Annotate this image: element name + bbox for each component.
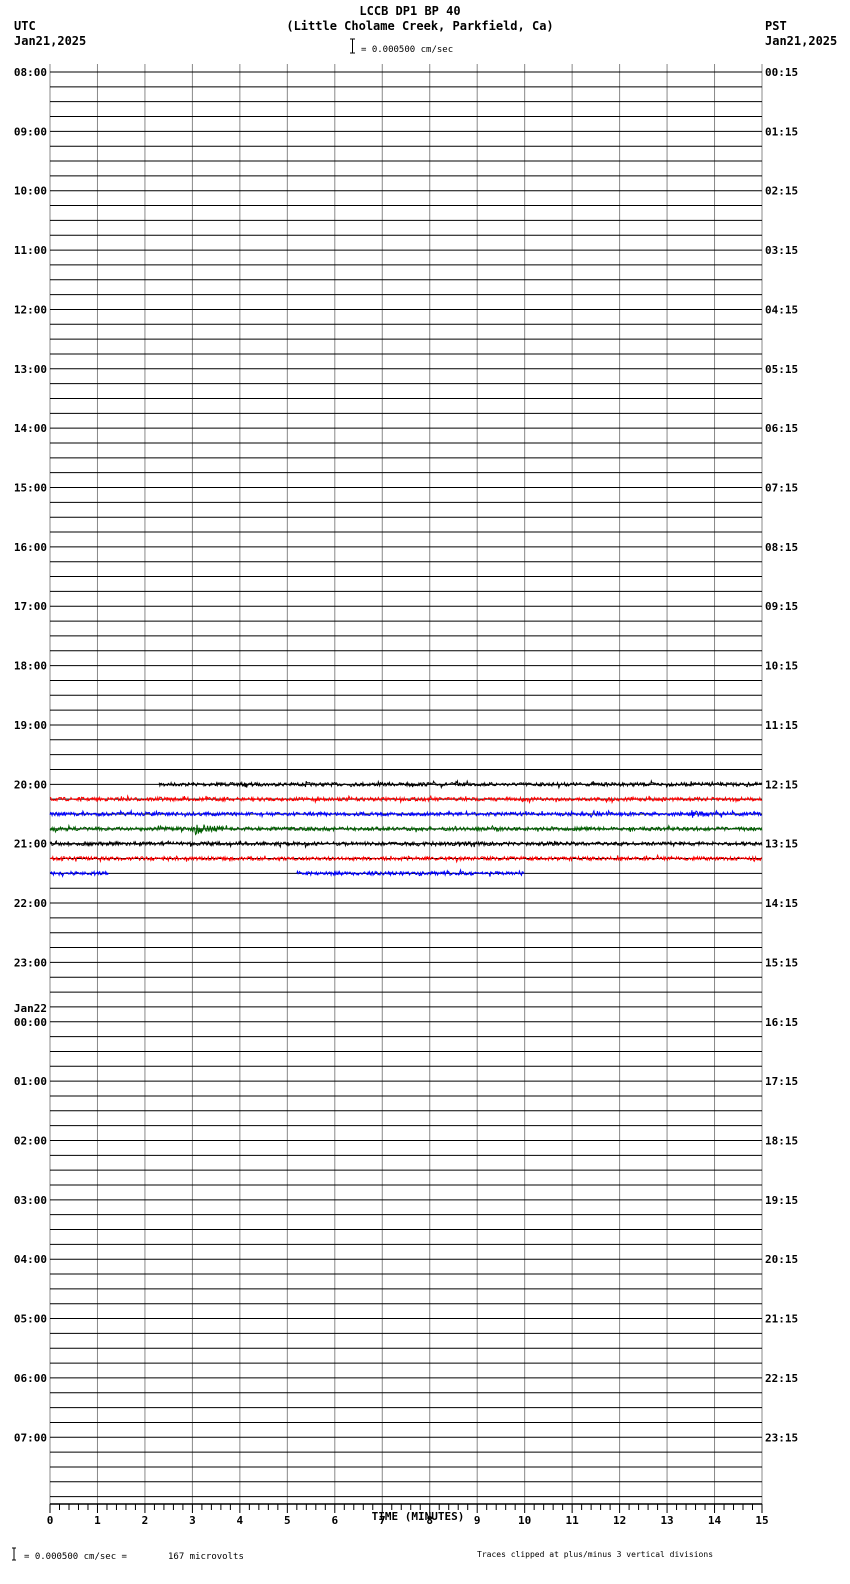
x-tick-label: 12 — [613, 1514, 626, 1527]
x-axis-label: TIME (MINUTES) — [372, 1510, 465, 1523]
x-tick-label: 6 — [331, 1514, 338, 1527]
utc-hour-label: 06:00 — [14, 1372, 47, 1385]
footer-scale-icon — [12, 1548, 16, 1560]
pst-hour-label: 07:15 — [765, 482, 798, 495]
pst-hour-label: 06:15 — [765, 422, 798, 435]
footer-scale: = 0.000500 cm/sec = — [24, 1552, 128, 1562]
x-tick-label: 10 — [518, 1514, 531, 1527]
x-tick-label: 0 — [47, 1514, 54, 1527]
utc-hour-label: 05:00 — [14, 1313, 47, 1326]
left-date: Jan21,2025 — [14, 34, 86, 48]
pst-hour-label: 23:15 — [765, 1431, 798, 1444]
scale-bar-icon — [350, 39, 355, 53]
x-tick-label: 4 — [237, 1514, 244, 1527]
pst-hour-label: 12:15 — [765, 778, 798, 791]
pst-hour-label: 19:15 — [765, 1194, 798, 1207]
pst-hour-label: 02:15 — [765, 185, 798, 198]
utc-hour-label: 10:00 — [14, 185, 47, 198]
footer-microvolts: 167 microvolts — [168, 1552, 244, 1562]
clip-note: Traces clipped at plus/minus 3 vertical … — [477, 1550, 713, 1559]
right-date: Jan21,2025 — [765, 34, 837, 48]
utc-hour-label: 01:00 — [14, 1075, 47, 1088]
seismic-trace — [50, 872, 109, 877]
pst-hour-label: 08:15 — [765, 541, 798, 554]
pst-hour-label: 04:15 — [765, 303, 798, 316]
pst-hour-label: 05:15 — [765, 363, 798, 376]
utc-hour-label: 07:00 — [14, 1431, 47, 1444]
x-tick-label: 15 — [755, 1514, 768, 1527]
pst-hour-label: 00:15 — [765, 66, 798, 79]
pst-hour-label: 03:15 — [765, 244, 798, 257]
utc-hour-label: 20:00 — [14, 778, 47, 791]
utc-hour-label: 15:00 — [14, 482, 47, 495]
pst-hour-label: 10:15 — [765, 660, 798, 673]
x-tick-label: 2 — [142, 1514, 149, 1527]
utc-hour-label: 21:00 — [14, 838, 47, 851]
pst-hour-label: 22:15 — [765, 1372, 798, 1385]
utc-hour-label: 03:00 — [14, 1194, 47, 1207]
utc-hour-label: 14:00 — [14, 422, 47, 435]
utc-hour-label: 09:00 — [14, 125, 47, 138]
utc-hour-label: 08:00 — [14, 66, 47, 79]
left-timezone: UTC — [14, 19, 36, 33]
pst-hour-label: 17:15 — [765, 1075, 798, 1088]
x-tick-label: 3 — [189, 1514, 196, 1527]
utc-hour-label: 16:00 — [14, 541, 47, 554]
x-tick-label: 11 — [566, 1514, 580, 1527]
utc-hour-label: 18:00 — [14, 660, 47, 673]
pst-hour-label: 16:15 — [765, 1016, 798, 1029]
pst-hour-label: 20:15 — [765, 1253, 798, 1266]
x-tick-label: 14 — [708, 1514, 722, 1527]
pst-hour-label: 11:15 — [765, 719, 798, 732]
utc-hour-label: 13:00 — [14, 363, 47, 376]
utc-hour-label: 00:00 — [14, 1016, 47, 1029]
pst-hour-label: 01:15 — [765, 125, 798, 138]
x-tick-label: 13 — [660, 1514, 673, 1527]
utc-hour-label: 02:00 — [14, 1134, 47, 1147]
utc-hour-label: 22:00 — [14, 897, 47, 910]
utc-hour-label: 17:00 — [14, 600, 47, 613]
scale-label: = 0.000500 cm/sec — [361, 45, 453, 55]
utc-hour-label: 04:00 — [14, 1253, 47, 1266]
chart-subtitle: (Little Cholame Creek, Parkfield, Ca) — [286, 19, 553, 33]
seismic-trace — [50, 841, 762, 847]
pst-hour-label: 09:15 — [765, 600, 798, 613]
x-tick-label: 9 — [474, 1514, 481, 1527]
utc-hour-label: 11:00 — [14, 244, 47, 257]
x-tick-label: 5 — [284, 1514, 291, 1527]
pst-hour-label: 18:15 — [765, 1134, 798, 1147]
pst-hour-label: 13:15 — [765, 838, 798, 851]
pst-hour-label: 15:15 — [765, 956, 798, 969]
pst-hour-label: 14:15 — [765, 897, 798, 910]
chart-title: LCCB DP1 BP 40 — [359, 4, 460, 18]
utc-hour-label: 19:00 — [14, 719, 47, 732]
seismic-trace — [50, 825, 762, 835]
utc-hour-label: 12:00 — [14, 303, 47, 316]
utc-hour-label: 23:00 — [14, 956, 47, 969]
right-timezone: PST — [765, 19, 787, 33]
date-change-label: Jan22 — [14, 1002, 47, 1015]
x-tick-label: 1 — [94, 1514, 101, 1527]
pst-hour-label: 21:15 — [765, 1313, 798, 1326]
seismic-trace — [297, 870, 525, 877]
helicorder-plot: LCCB DP1 BP 40 (Little Cholame Creek, Pa… — [0, 0, 850, 1584]
